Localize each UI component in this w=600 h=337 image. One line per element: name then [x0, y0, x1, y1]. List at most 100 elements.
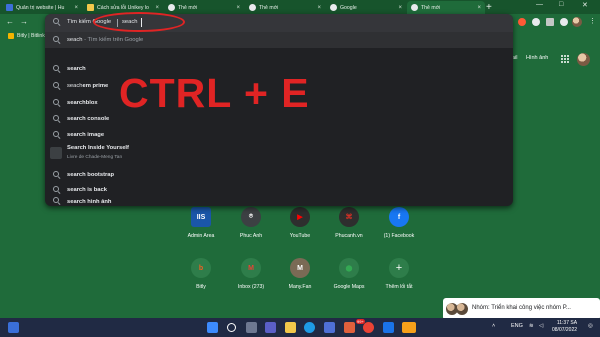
tab-close-icon[interactable]: × [74, 5, 78, 11]
search-icon [53, 171, 60, 178]
suggestion-text: search is back [67, 187, 107, 193]
shortcut-label: Google Maps [333, 284, 365, 290]
shortcut-tile[interactable]: M Inbox (273) [231, 258, 271, 290]
profile-avatar[interactable] [572, 17, 582, 27]
task-view-icon[interactable] [246, 322, 257, 333]
chrome-favicon-icon [168, 4, 175, 11]
tab-4[interactable]: Thẻ mới × [245, 1, 325, 14]
suggestion-text: seach [67, 37, 83, 43]
app-icon[interactable] [402, 322, 416, 333]
suggestion-row[interactable]: search image [45, 127, 513, 143]
tray-chevron-icon[interactable]: ˄ [492, 323, 495, 329]
avatar [456, 303, 468, 315]
close-window-button[interactable]: ✕ [582, 1, 588, 9]
minimize-button[interactable]: — [536, 1, 543, 8]
manyfan-icon: M [290, 258, 310, 278]
puzzle-icon[interactable] [546, 18, 554, 26]
extension-icon[interactable] [518, 18, 526, 26]
suggestion-row[interactable]: seach - Tìm kiếm trên Google [45, 32, 513, 48]
apps-grid-icon[interactable] [561, 55, 569, 63]
tab-title: Google [340, 4, 357, 11]
search-icon [53, 131, 60, 138]
facebook-icon: f [389, 207, 409, 227]
wifi-icon[interactable]: ≋ [529, 323, 534, 329]
edge-icon[interactable] [304, 322, 315, 333]
search-icon [53, 82, 60, 89]
search-icon [53, 18, 60, 25]
suggestion-row[interactable]: search bootstrap [45, 167, 513, 183]
forward-button[interactable]: → [20, 17, 28, 26]
notification-center-icon[interactable]: ◎ [588, 323, 593, 329]
extension-icon[interactable] [532, 18, 540, 26]
shortcut-overlay-text: CTRL + E [119, 70, 310, 116]
new-tab-button[interactable]: + [486, 2, 492, 13]
suggestion-row-entity[interactable]: Search Inside Yourself Livre de Chade-Me… [45, 142, 513, 164]
google-account-avatar[interactable] [577, 53, 590, 66]
book-thumbnail [50, 147, 62, 159]
language-indicator[interactable]: ENG [511, 323, 523, 329]
shortcut-tile[interactable]: f (1) Facebook [379, 207, 419, 239]
back-button[interactable]: ← [6, 17, 14, 26]
search-icon [53, 65, 60, 72]
tab-5[interactable]: Google × [326, 1, 406, 14]
volume-icon[interactable]: ◁ [539, 323, 543, 329]
tab-strip: Quản trị website | Hu × Cách sửa lỗi Uni… [0, 0, 600, 14]
images-link[interactable]: Hình ảnh [526, 55, 548, 61]
menu-kebab-icon[interactable]: ⋮ [589, 17, 596, 25]
shortcut-label: Inbox (273) [237, 284, 265, 290]
bookmark-icon[interactable] [560, 18, 568, 26]
suggestion-text: search console [67, 116, 110, 122]
system-clock[interactable]: 11:37 SA 08/07/2022 [552, 320, 577, 334]
file-explorer-icon[interactable] [285, 322, 296, 333]
search-icon [53, 99, 60, 106]
tab-close-icon[interactable]: × [477, 5, 481, 11]
notification-toast[interactable]: Nhóm: Triển khai công việc nhóm P... [443, 298, 600, 320]
shortcut-tile[interactable]: M Many.Fan [280, 258, 320, 290]
tab-close-icon[interactable]: × [155, 5, 159, 11]
tab-1[interactable]: Quản trị website | Hu × [2, 1, 82, 14]
tab-3[interactable]: Thẻ mới × [164, 1, 244, 14]
suggestion-text: search [67, 66, 86, 72]
store-icon[interactable] [324, 322, 335, 333]
add-shortcut-button[interactable]: + Thêm lối tắt [379, 258, 419, 290]
search-icon [53, 186, 60, 193]
shortcut-tile[interactable]: ▶ YouTube [280, 207, 320, 239]
app-icon[interactable] [344, 322, 355, 333]
suggestion-text: search image [67, 132, 105, 138]
suggestion-text: search bootstrap [67, 172, 115, 178]
tab-6-active[interactable]: Thẻ mới × [407, 1, 485, 14]
start-icon[interactable] [207, 322, 218, 333]
widgets-icon[interactable] [8, 322, 19, 333]
shortcut-label: Thêm lối tắt [385, 284, 413, 290]
tab-title: Thẻ mới [178, 4, 198, 11]
iis-icon: IIS [191, 207, 211, 227]
shortcut-label: Phucanh.vn [335, 233, 363, 239]
suggestion-row[interactable]: search hình ảnh [45, 197, 513, 206]
suggestion-row[interactable]: search is back [45, 182, 513, 198]
maximize-button[interactable]: □ [559, 1, 563, 8]
chat-icon[interactable] [265, 322, 276, 333]
shortcut-tile[interactable]: ⌘ Phucanh.vn [329, 207, 369, 239]
bookmark-item[interactable]: Bitly | Bitlink [8, 33, 45, 39]
shortcut-tile[interactable]: ⬤ Google Maps [329, 258, 369, 290]
app-icon[interactable] [383, 322, 394, 333]
chrome-favicon-icon [411, 4, 418, 11]
search-icon [53, 197, 60, 204]
shortcut-label: Admin Area [187, 233, 215, 239]
shortcut-label: Phuc Anh [239, 233, 263, 239]
tab-close-icon[interactable]: × [398, 5, 402, 11]
bookmark-label: Bitly | Bitlink [17, 33, 45, 39]
suggestion-subtitle: Livre de Chade-Meng Tan [67, 155, 123, 160]
search-icon[interactable] [227, 323, 236, 332]
chrome-icon[interactable] [363, 322, 374, 333]
suggestion-text: seach [67, 83, 83, 89]
clock-date: 08/07/2022 [552, 327, 578, 333]
shortcut-tile[interactable]: b Bitly [181, 258, 221, 290]
shortcut-label: Many.Fan [288, 284, 312, 290]
shortcut-label: Bitly [196, 284, 206, 290]
tab-close-icon[interactable]: × [317, 5, 321, 11]
shortcut-tile[interactable]: ⌾ Phuc Anh [231, 207, 271, 239]
shortcut-tile[interactable]: IIS Admin Area [181, 207, 221, 239]
phucanh-icon: ⌘ [339, 207, 359, 227]
tab-close-icon[interactable]: × [236, 5, 240, 11]
